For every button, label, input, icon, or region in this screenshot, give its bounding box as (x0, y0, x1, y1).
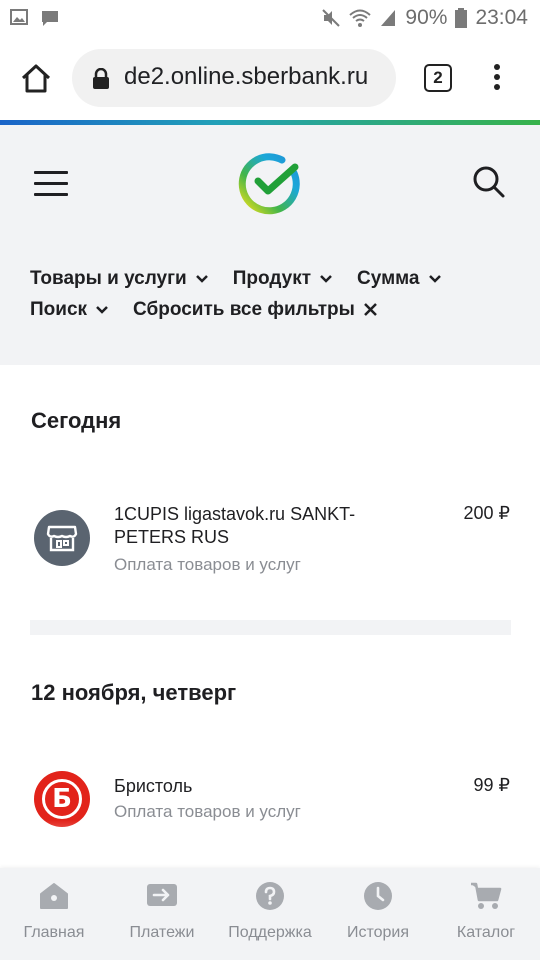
nav-label: Главная (23, 924, 85, 941)
chevron-down-icon (96, 306, 108, 314)
wifi-icon (349, 9, 372, 27)
section-date-title: Сегодня (31, 408, 122, 433)
menu-line (34, 171, 68, 174)
store-icon (34, 510, 90, 566)
status-bar: 90% 23:04 (0, 0, 540, 38)
payments-icon (147, 884, 177, 906)
address-bar[interactable]: de2.online.sberbank.ru (72, 49, 396, 107)
transaction-category: Оплата товаров и услуг (114, 555, 301, 574)
search-icon[interactable] (472, 165, 506, 199)
support-icon (256, 882, 284, 910)
merchant-name: Бристоль (114, 776, 193, 796)
home-icon (40, 883, 68, 909)
filters-row: Товары и услуги Продукт Сумма (30, 263, 530, 294)
dot (494, 64, 500, 70)
browser-toolbar: de2.online.sberbank.ru 2 (0, 38, 540, 120)
transaction-amount: 200 ₽ (463, 503, 511, 523)
dot (494, 74, 500, 80)
chevron-down-icon (195, 275, 208, 283)
filter-search[interactable]: Поиск (30, 299, 109, 321)
nav-label: Поддержка (228, 924, 312, 941)
merchant-name: 1CUPIS ligastavok.ru SANKT-PETERS RUS (114, 504, 356, 547)
message-notification-icon (42, 11, 58, 26)
mute-icon (322, 9, 341, 27)
nav-label: Каталог (456, 924, 516, 941)
filters-panel: Товары и услуги Продукт Сумма Поиск Сбро… (30, 263, 530, 325)
tab-switcher-button[interactable]: 2 (424, 64, 452, 92)
chevron-down-icon (428, 275, 441, 283)
list-fade (0, 820, 540, 868)
browser-menu-button[interactable] (484, 60, 510, 100)
transaction-amount: 99 ₽ (473, 775, 510, 795)
filter-label: Сумма (357, 267, 420, 289)
menu-line (34, 193, 68, 196)
section-date-title: 12 ноября, четверг (31, 680, 237, 705)
cart-icon (471, 882, 502, 909)
nav-home[interactable]: Главная (0, 878, 108, 942)
chevron-down-icon (320, 275, 332, 283)
transaction-category: Оплата товаров и услуг (114, 802, 301, 821)
battery-icon (455, 8, 468, 28)
battery-percent: 90% (405, 6, 448, 29)
history-icon (364, 882, 392, 910)
sber-logo[interactable] (238, 151, 302, 215)
dot (494, 84, 500, 90)
transactions-list: Сегодня 1CUPIS ligastavok.ru SANKT-PETER… (0, 365, 540, 865)
nav-payments[interactable]: Платежи (108, 878, 216, 942)
nav-label: История (346, 924, 410, 941)
filters-row: Поиск Сбросить все фильтры (30, 294, 530, 325)
close-icon (363, 303, 377, 316)
app-header: Товары и услуги Продукт Сумма Поиск Сбро… (0, 125, 540, 365)
home-outline-icon (21, 64, 51, 93)
reset-filters-label: Сбросить все фильтры (133, 298, 355, 320)
menu-line (34, 182, 68, 185)
filter-amount[interactable]: Сумма (357, 268, 441, 290)
nav-catalog[interactable]: Каталог (432, 878, 540, 942)
image-notification-icon (10, 9, 28, 25)
filter-goods-services[interactable]: Товары и услуги (30, 268, 209, 290)
bristol-logo: Б (34, 771, 90, 827)
clock: 23:04 (475, 6, 528, 29)
reset-filters-button[interactable]: Сбросить все фильтры (133, 299, 378, 321)
url-text: de2.online.sberbank.ru (124, 63, 369, 90)
signal-icon (381, 10, 396, 26)
nav-support[interactable]: Поддержка (216, 878, 324, 942)
filter-product[interactable]: Продукт (233, 268, 333, 290)
bristol-logo-letter: Б (52, 784, 72, 814)
filter-label: Товары и услуги (30, 267, 187, 289)
menu-button[interactable] (34, 171, 68, 197)
lock-icon (93, 68, 109, 89)
bottom-nav: Главная Платежи Поддержка История Катало… (0, 868, 540, 960)
nav-label: Платежи (129, 924, 195, 941)
browser-home-button[interactable] (18, 60, 58, 100)
section-divider (30, 620, 511, 635)
nav-history[interactable]: История (324, 878, 432, 942)
filter-label: Поиск (30, 298, 88, 320)
filter-label: Продукт (232, 267, 312, 289)
